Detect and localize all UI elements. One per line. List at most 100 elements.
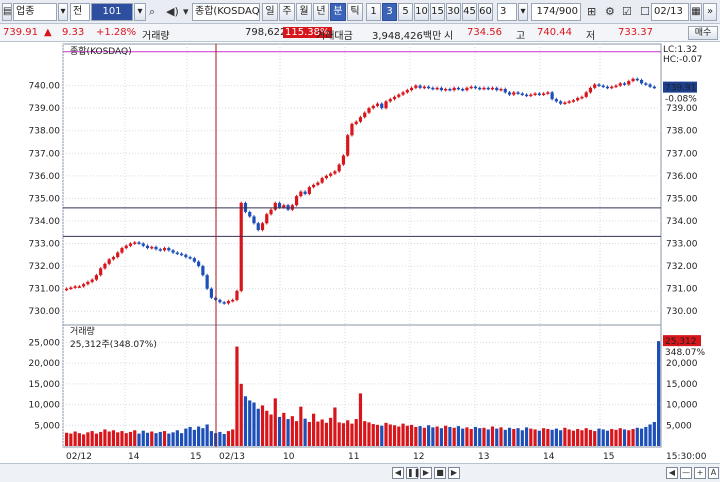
buy-button[interactable]: 매수 <box>688 26 718 40</box>
volume-bar <box>639 428 644 446</box>
price-tick-label-right: 732.00 <box>666 262 698 272</box>
candle <box>120 248 124 253</box>
time-tick-label: 10 <box>283 452 295 462</box>
volume-bar <box>307 421 311 446</box>
volume-bar <box>197 426 201 446</box>
calendar-icon[interactable]: ▦ <box>690 3 702 21</box>
code-dropdown-icon[interactable]: ▾ <box>134 3 146 21</box>
count-field[interactable]: 174/900 <box>531 3 581 21</box>
candle <box>384 101 388 109</box>
dropdown-icon[interactable]: ▾ <box>183 4 189 20</box>
price-tick-label-right: 739.00 <box>666 104 698 114</box>
checkbox-icon-2[interactable]: ☐ <box>640 4 650 20</box>
auto-icon[interactable]: A <box>708 467 719 479</box>
candle <box>171 250 175 253</box>
candle <box>550 92 554 100</box>
search-icon[interactable]: ⌕ <box>149 4 155 20</box>
candle <box>409 87 414 91</box>
nav-arrow-icon[interactable]: » <box>703 3 717 21</box>
period-minute[interactable]: 분 <box>330 3 346 21</box>
candle <box>610 86 614 89</box>
checkbox-icon[interactable]: ☑ <box>622 4 632 20</box>
candle <box>337 164 341 172</box>
period-month[interactable]: 월 <box>296 3 312 21</box>
volume-bar <box>260 405 265 446</box>
volume-bar <box>341 423 346 446</box>
volume-bar <box>482 427 486 446</box>
candle <box>482 87 486 90</box>
volume-bar <box>524 427 529 446</box>
candle <box>179 253 184 256</box>
price-tick-label-left: 732.00 <box>29 262 61 272</box>
candle <box>469 86 473 89</box>
candle <box>473 86 478 89</box>
interval-3[interactable]: 3 <box>382 3 397 21</box>
candle <box>167 248 171 251</box>
interval-45[interactable]: 45 <box>462 3 477 21</box>
play-icon[interactable]: ▶ <box>420 467 432 479</box>
period-tick[interactable]: 틱 <box>347 3 363 21</box>
period-year[interactable]: 년 <box>313 3 329 21</box>
plus-icon[interactable]: + <box>694 467 706 479</box>
volume-bar <box>461 428 465 446</box>
volume-bar <box>277 417 282 446</box>
volume-bar <box>294 421 299 446</box>
stop-icon[interactable]: ■ <box>434 467 446 479</box>
volume-bar <box>444 425 448 446</box>
volume-bar <box>350 423 354 446</box>
settings-icon[interactable]: ⚙ <box>605 4 615 20</box>
candle <box>192 258 196 262</box>
market-dropdown-icon[interactable]: ▾ <box>58 3 68 21</box>
interval-1[interactable]: 1 <box>366 3 381 21</box>
volume-bar <box>580 430 584 446</box>
market-select[interactable]: 업종 <box>13 3 57 21</box>
volume-bar <box>265 410 269 446</box>
period-week[interactable]: 주 <box>279 3 295 21</box>
volume-bar <box>358 393 363 446</box>
price-tick-label-right: 733.00 <box>666 240 698 250</box>
current-price-label: 739.91 <box>665 84 697 94</box>
scroll-right-icon[interactable]: ▶ <box>448 467 460 479</box>
volume-bar <box>226 431 231 446</box>
candle <box>439 87 443 91</box>
interval-5[interactable]: 5 <box>398 3 413 21</box>
date-field[interactable]: 02/13 <box>651 3 689 21</box>
volume-bar <box>635 427 639 446</box>
volume-bar <box>171 432 175 446</box>
volume-bar <box>179 433 184 446</box>
speaker-icon[interactable]: ◀) <box>166 4 179 20</box>
market-type[interactable]: 전 <box>70 3 90 21</box>
code-input[interactable]: 101 <box>91 3 133 21</box>
volume-bar <box>222 433 226 446</box>
interval-60[interactable]: 60 <box>478 3 493 21</box>
zoom-out-icon[interactable]: — <box>680 467 692 479</box>
interval-15[interactable]: 15 <box>430 3 445 21</box>
volume-tick-label-right: 20,000 <box>666 359 698 369</box>
volume-tick-label-left: 15,000 <box>29 380 61 390</box>
candle <box>622 83 627 85</box>
volume-current-label: 25,312주(348.07%) <box>70 339 157 350</box>
interval-30[interactable]: 30 <box>446 3 461 21</box>
price-tick-label-left: 731.00 <box>29 285 61 295</box>
candle <box>648 84 652 87</box>
interval-dropdown-icon[interactable]: ▾ <box>518 3 528 21</box>
price-volume-chart[interactable]: 740.00740.00739.00739.00738.00738.00737.… <box>0 42 720 463</box>
chart-area[interactable]: 740.00740.00739.00739.00738.00738.00737.… <box>0 42 720 482</box>
candle <box>197 261 201 267</box>
pause-icon[interactable]: ❚❚ <box>406 467 420 479</box>
volume-bar <box>516 428 520 446</box>
interval-10[interactable]: 10 <box>414 3 429 21</box>
zoom-in-icon[interactable]: ◀ <box>666 467 678 479</box>
candle <box>392 96 397 100</box>
interval-input[interactable]: 3 <box>497 3 517 21</box>
volume-bar <box>77 433 81 446</box>
scroll-left-icon[interactable]: ◀ <box>392 467 404 479</box>
menu-icon[interactable]: ▤ <box>2 3 12 21</box>
grid-icon[interactable]: ⊞ <box>587 4 596 20</box>
period-day[interactable]: 일 <box>262 3 278 21</box>
candle <box>86 281 90 285</box>
price-tick-label-left: 734.00 <box>29 217 61 227</box>
candle <box>431 87 435 90</box>
volume-bar <box>371 424 375 446</box>
candle <box>218 299 222 303</box>
